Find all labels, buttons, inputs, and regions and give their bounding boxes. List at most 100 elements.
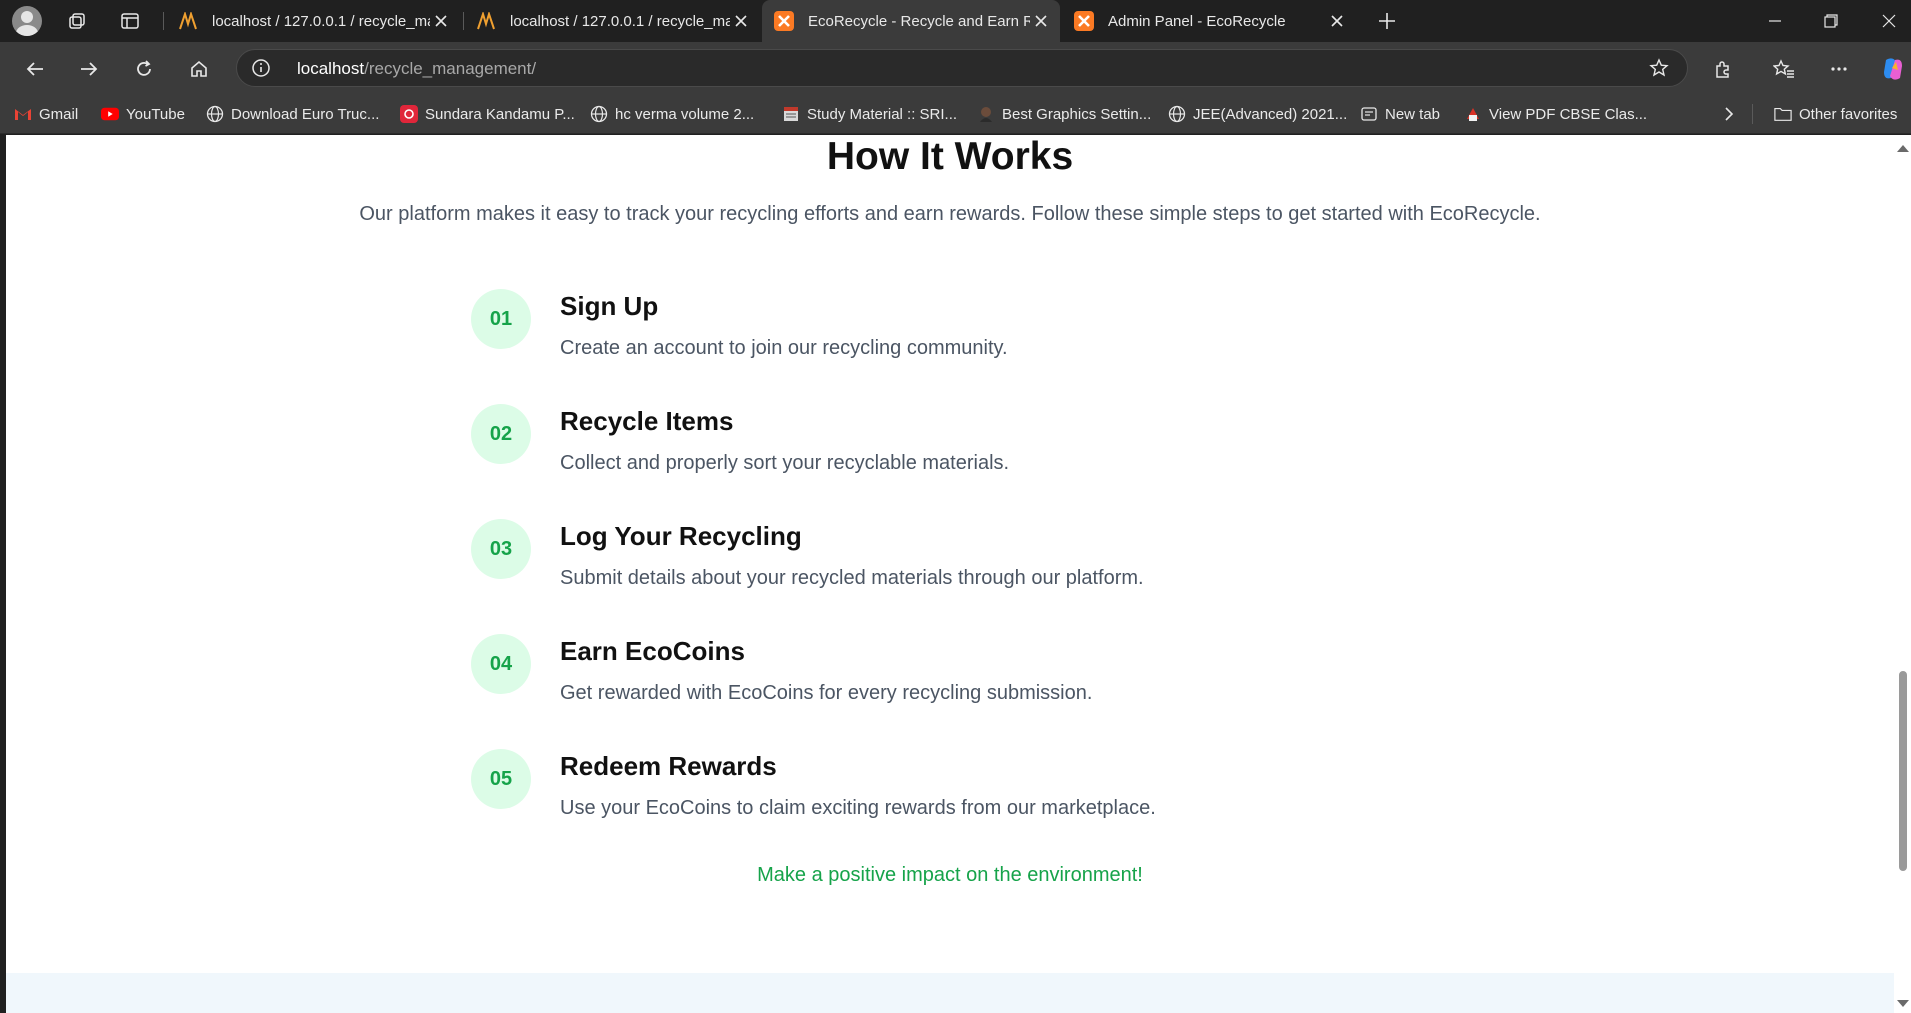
extensions-icon[interactable]	[1706, 52, 1740, 86]
favorite-label: Best Graphics Settin...	[1002, 105, 1152, 123]
more-options-icon[interactable]	[1822, 52, 1856, 86]
favorite-label: hc verma volume 2...	[615, 105, 755, 123]
step-title: Earn EcoCoins	[560, 636, 745, 666]
favorite-new-tab[interactable]: New tab	[1360, 104, 1440, 124]
tab-title: localhost / 127.0.0.1 / recycle_manageme…	[212, 12, 430, 30]
scroll-thumb[interactable]	[1899, 671, 1907, 871]
tab-admin-panel[interactable]: Admin Panel - EcoRecycle	[1062, 0, 1356, 42]
site-info-icon[interactable]	[251, 58, 271, 83]
favorite-hc-verma[interactable]: hc verma volume 2...	[590, 104, 754, 124]
step-number-badge: 05	[471, 749, 531, 809]
back-button[interactable]	[18, 52, 52, 86]
phpmyadmin-icon	[178, 11, 198, 31]
close-window-button[interactable]	[1866, 0, 1911, 42]
red-app-icon	[400, 105, 418, 123]
pdf-icon	[1464, 105, 1482, 123]
step-description: Use your EcoCoins to claim exciting rewa…	[560, 797, 1156, 819]
page-viewport: How It Works Our platform makes it easy …	[6, 135, 1894, 1013]
favorite-star-icon[interactable]	[1649, 58, 1669, 83]
step-title: Recycle Items	[560, 406, 734, 436]
youtube-icon	[101, 105, 119, 123]
home-button[interactable]	[182, 52, 216, 86]
gmail-icon	[14, 105, 32, 123]
chevron-right-icon	[1720, 105, 1738, 123]
tab-title: Admin Panel - EcoRecycle	[1108, 12, 1286, 30]
section-title: How It Works	[826, 135, 1074, 178]
favorite-label: Download Euro Truc...	[231, 105, 380, 123]
folder-icon	[1774, 105, 1792, 123]
url-text: localhost/recycle_management/	[297, 59, 536, 79]
step-log-recycling: 03 Log Your Recycling Submit details abo…	[471, 519, 1371, 599]
step-number-badge: 03	[471, 519, 531, 579]
vertical-tabs-icon[interactable]	[115, 6, 145, 36]
url-host: localhost	[297, 59, 365, 78]
favorite-label: View PDF CBSE Clas...	[1489, 105, 1648, 123]
step-recycle-items: 02 Recycle Items Collect and properly so…	[471, 404, 1371, 484]
step-description: Collect and properly sort your recyclabl…	[560, 452, 1010, 474]
step-title: Redeem Rewards	[560, 751, 777, 781]
browser-toolbar: localhost/recycle_management/	[0, 42, 1911, 94]
favorite-sundara-kandamu[interactable]: Sundara Kandamu P...	[400, 104, 575, 124]
favorite-label: Sundara Kandamu P...	[425, 105, 575, 123]
newtab-icon	[1360, 105, 1378, 123]
step-earn-ecocoins: 04 Earn EcoCoins Get rewarded with EcoCo…	[471, 634, 1371, 714]
step-sign-up: 01 Sign Up Create an account to join our…	[471, 289, 1371, 369]
globe-icon	[590, 105, 608, 123]
tab-strip: localhost / 127.0.0.1 / recycle_manageme…	[0, 0, 1911, 42]
tab-ecorecycle[interactable]: EcoRecycle - Recycle and Earn Rewards	[762, 0, 1060, 42]
globe-icon	[1168, 105, 1186, 123]
favorite-jee-advanced[interactable]: JEE(Advanced) 2021...	[1168, 104, 1347, 124]
minimize-button[interactable]	[1752, 0, 1798, 42]
other-favorites-folder[interactable]: Other favorites	[1774, 104, 1897, 124]
step-number-badge: 01	[471, 289, 531, 349]
step-description: Get rewarded with EcoCoins for every rec…	[560, 682, 1093, 704]
profile-avatar[interactable]	[12, 6, 42, 36]
favorite-label: YouTube	[126, 105, 185, 123]
new-tab-button[interactable]	[1372, 6, 1402, 36]
step-number-badge: 04	[471, 634, 531, 694]
document-icon	[782, 105, 800, 123]
copilot-icon[interactable]	[1876, 52, 1910, 86]
impact-tagline: Make a positive impact on the environmen…	[757, 864, 1143, 886]
close-icon[interactable]	[1030, 10, 1052, 32]
favorites-icon[interactable]	[1767, 52, 1801, 86]
game-icon	[977, 105, 995, 123]
forward-button[interactable]	[72, 52, 106, 86]
other-favorites-label: Other favorites	[1799, 105, 1898, 123]
page-scrollbar[interactable]	[1894, 135, 1911, 1013]
step-title: Sign Up	[560, 291, 659, 321]
globe-icon	[206, 105, 224, 123]
favorite-best-graphics[interactable]: Best Graphics Settin...	[977, 104, 1151, 124]
phpmyadmin-icon	[476, 11, 496, 31]
step-title: Log Your Recycling	[560, 521, 802, 551]
close-icon[interactable]	[1326, 10, 1348, 32]
tab-title: EcoRecycle - Recycle and Earn Rewards	[808, 12, 1030, 30]
restore-button[interactable]	[1808, 0, 1854, 42]
scroll-down-arrow[interactable]	[1897, 1000, 1909, 1007]
close-icon[interactable]	[730, 10, 752, 32]
next-section-band	[6, 973, 1894, 1013]
favorite-gmail[interactable]: Gmail	[14, 104, 78, 124]
favorite-euro-truck[interactable]: Download Euro Truc...	[206, 104, 379, 124]
favorite-label: Study Material :: SRI...	[807, 105, 958, 123]
favorite-view-pdf[interactable]: View PDF CBSE Clas...	[1464, 104, 1647, 124]
scroll-up-arrow[interactable]	[1897, 145, 1909, 152]
tab-phpmyadmin-1[interactable]: localhost / 127.0.0.1 / recycle_manageme…	[166, 0, 460, 42]
tab-phpmyadmin-2[interactable]: localhost / 127.0.0.1 / recycle_manageme…	[464, 0, 760, 42]
step-description: Create an account to join our recycling …	[560, 337, 1008, 359]
favorites-overflow-chevron[interactable]	[1720, 104, 1745, 124]
favorite-study-material[interactable]: Study Material :: SRI...	[782, 104, 957, 124]
favorite-label: JEE(Advanced) 2021...	[1193, 105, 1348, 123]
favorite-youtube[interactable]: YouTube	[101, 104, 185, 124]
close-icon[interactable]	[430, 10, 452, 32]
workspaces-icon[interactable]	[62, 6, 92, 36]
section-subtitle: Our platform makes it easy to track your…	[359, 203, 1541, 225]
address-bar[interactable]: localhost/recycle_management/	[236, 49, 1688, 87]
tab-title: localhost / 127.0.0.1 / recycle_manageme…	[510, 12, 730, 30]
step-number-badge: 02	[471, 404, 531, 464]
refresh-button[interactable]	[127, 52, 161, 86]
favorite-label: New tab	[1385, 105, 1441, 123]
url-path: /recycle_management/	[364, 59, 537, 78]
step-description: Submit details about your recycled mater…	[560, 567, 1144, 589]
favorites-bar: Gmail YouTube Download Euro Truc... Sund…	[0, 94, 1911, 134]
